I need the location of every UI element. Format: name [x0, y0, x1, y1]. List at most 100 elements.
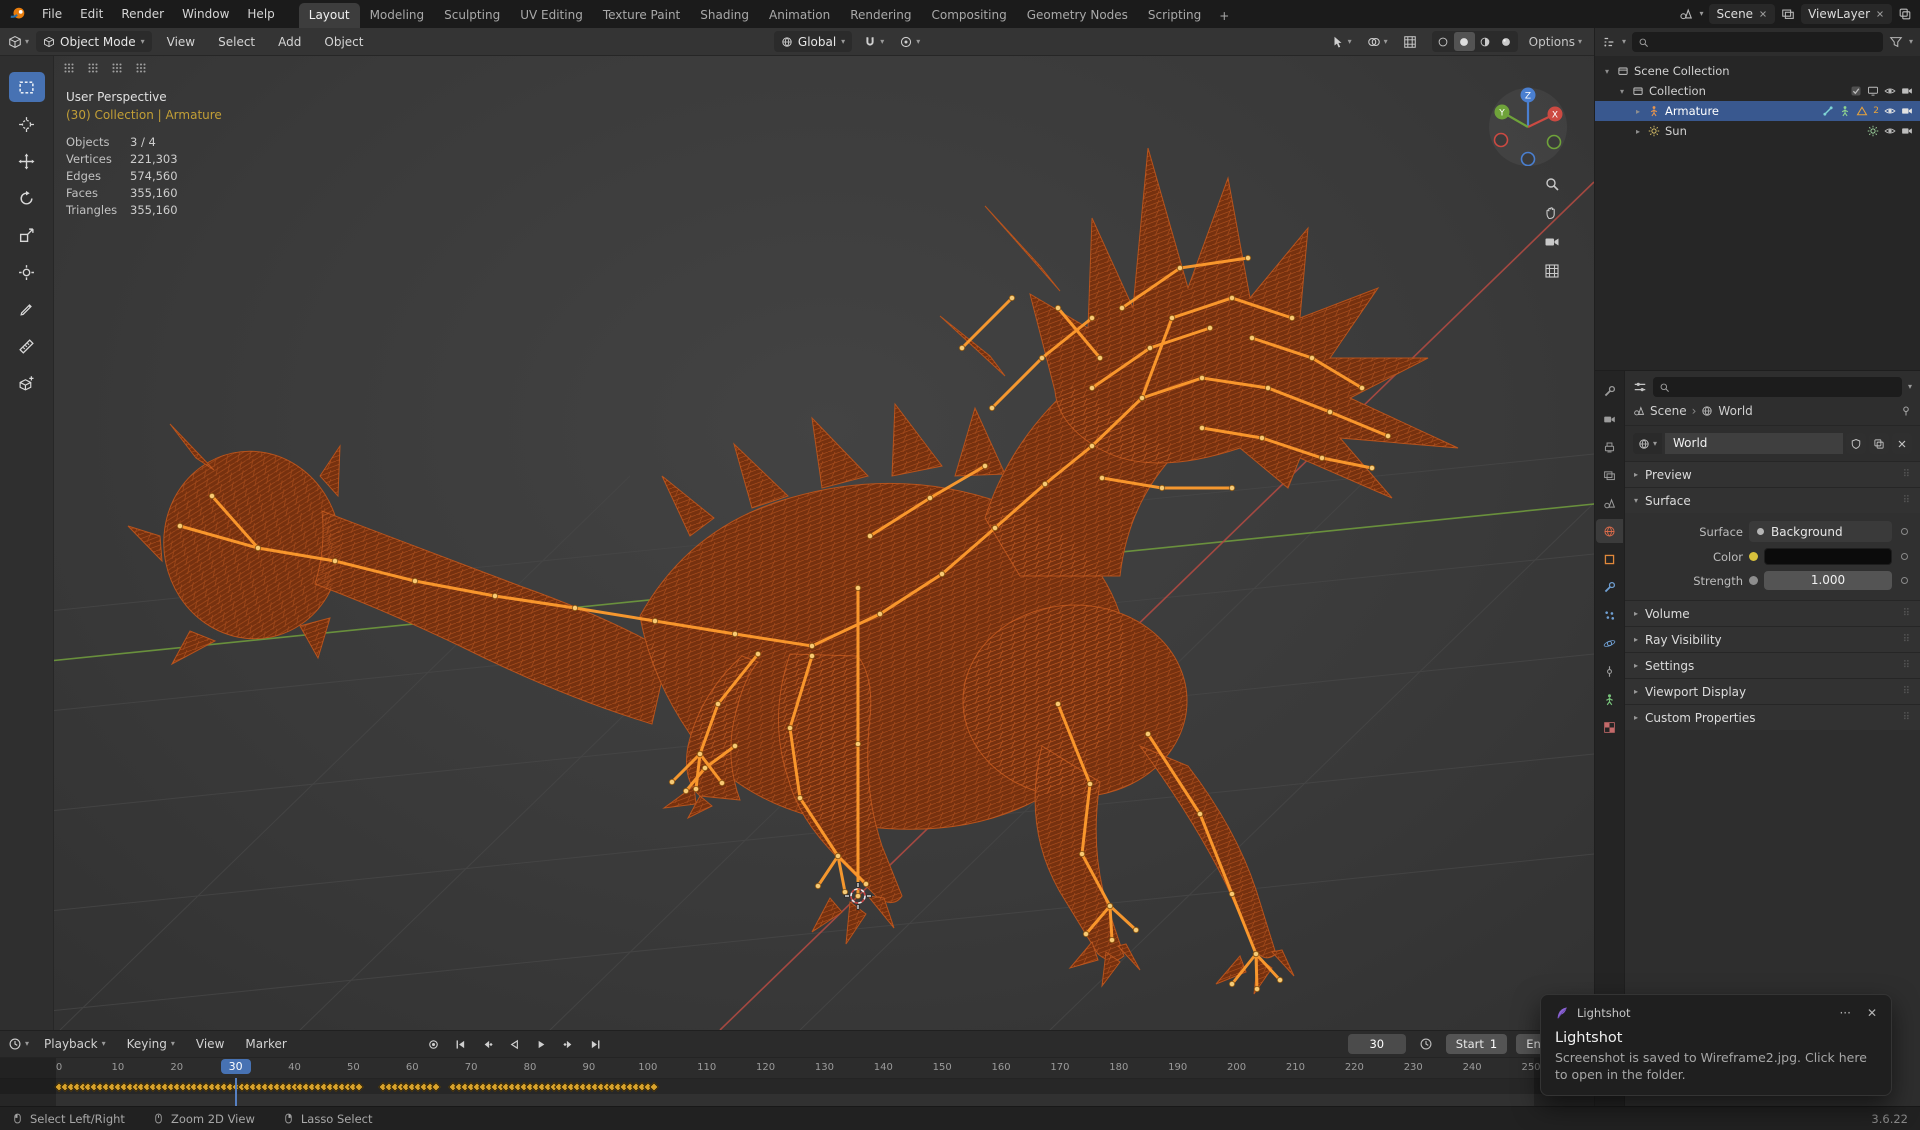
playhead[interactable] [234, 1078, 237, 1106]
tab-compositing[interactable]: Compositing [921, 3, 1016, 28]
tab-physics[interactable] [1596, 631, 1623, 655]
tool-annotate[interactable] [9, 294, 45, 324]
tab-layout[interactable]: Layout [298, 3, 360, 28]
toast-message[interactable]: Screenshot is saved to Wireframe2.jpg. C… [1555, 1050, 1877, 1084]
menu-add[interactable]: Add [270, 31, 309, 53]
shading-rendered-button[interactable] [1496, 32, 1517, 51]
scene-browse-icon[interactable] [1679, 7, 1693, 21]
outliner-row-armature[interactable]: ▸ Armature 2 [1595, 101, 1920, 121]
gizmo-y-label[interactable]: Y [1498, 109, 1505, 119]
menu-object[interactable]: Object [316, 31, 371, 53]
menu-window[interactable]: Window [174, 3, 237, 25]
navigation-gizmo[interactable]: Z X Y [1486, 82, 1570, 167]
tab-geometry-nodes[interactable]: Geometry Nodes [1017, 3, 1138, 28]
grid-widget-icon[interactable] [86, 61, 100, 75]
transform-orientation-selector[interactable]: Global ▾ [773, 31, 853, 52]
snap-toggle[interactable]: ▾ [859, 33, 888, 51]
eye-icon[interactable] [1884, 125, 1896, 137]
tab-constraints[interactable] [1596, 659, 1623, 683]
menu-edit[interactable]: Edit [72, 3, 111, 25]
gizmo-z-label[interactable]: Z [1525, 92, 1531, 102]
surface-type-button[interactable]: Background [1749, 521, 1892, 542]
panel-volume[interactable]: ▸ Volume ⠿ [1625, 600, 1920, 626]
tab-shading[interactable]: Shading [690, 3, 759, 28]
tool-transform[interactable] [9, 257, 45, 287]
close-icon[interactable] [1875, 9, 1885, 19]
view-layer-browse-icon[interactable] [1781, 7, 1795, 21]
tab-output[interactable] [1596, 435, 1623, 459]
sun-data-icon[interactable] [1867, 125, 1879, 137]
tab-animation[interactable]: Animation [759, 3, 840, 28]
blender-logo-icon[interactable] [8, 4, 28, 24]
tool-select-box[interactable] [8, 72, 45, 102]
toast-menu-button[interactable]: ··· [1839, 1006, 1850, 1020]
panel-viewport-display[interactable]: ▸ Viewport Display ⠿ [1625, 678, 1920, 704]
world-browse-button[interactable]: ▾ [1633, 433, 1663, 454]
menu-help[interactable]: Help [239, 3, 282, 25]
toast-close-button[interactable]: ✕ [1867, 1006, 1877, 1020]
playhead-chip[interactable]: 30 [220, 1059, 251, 1074]
pan-hand-icon[interactable] [1544, 205, 1560, 221]
outliner-row-sun[interactable]: ▸ Sun [1595, 121, 1920, 141]
mode-selector[interactable]: Object Mode ▾ [36, 31, 152, 52]
tab-object-data[interactable] [1596, 687, 1623, 711]
tab-sculpting[interactable]: Sculpting [434, 3, 510, 28]
panel-preview[interactable]: ▸ Preview ⠿ [1625, 461, 1920, 487]
keyframe-track[interactable] [0, 1079, 1594, 1106]
grid-widget-icon[interactable] [134, 61, 148, 75]
shading-wireframe-button[interactable] [1433, 32, 1454, 51]
tab-render[interactable] [1596, 407, 1623, 431]
tab-modifiers[interactable] [1596, 575, 1623, 599]
eye-icon[interactable] [1884, 105, 1896, 117]
menu-view[interactable]: View [190, 1034, 230, 1054]
view-layer-selector[interactable]: ViewLayer [1801, 4, 1892, 24]
play-reverse-button[interactable] [503, 1035, 526, 1054]
tab-texture-paint[interactable]: Texture Paint [593, 3, 690, 28]
menu-playback[interactable]: Playback ▾ [38, 1034, 112, 1054]
outliner-row-collection[interactable]: ▾ Collection [1595, 81, 1920, 101]
tool-rotate[interactable] [9, 183, 45, 213]
decorator-icon[interactable] [1901, 528, 1908, 535]
tab-particles[interactable] [1596, 603, 1623, 627]
chevron-down-icon[interactable]: ▾ [1622, 38, 1626, 46]
xray-toggle[interactable] [1399, 33, 1421, 51]
panel-ray-visibility[interactable]: ▸ Ray Visibility ⠿ [1625, 626, 1920, 652]
jump-to-end-button[interactable] [584, 1035, 607, 1054]
show-gizmo-toggle[interactable]: ▾ [1327, 33, 1356, 51]
options-button[interactable]: Options ▾ [1525, 33, 1586, 51]
unlink-button[interactable] [1892, 433, 1912, 454]
timeline-body[interactable]: 0 10 20 30 40 50 60 70 80 90 100 110 120 130 140 150 160… [0, 1057, 1594, 1106]
gizmo-x-label[interactable]: X [1552, 111, 1558, 121]
show-overlays-toggle[interactable]: ▾ [1363, 33, 1392, 51]
keyframe-diamond[interactable] [354, 1082, 365, 1092]
close-icon[interactable] [1758, 9, 1768, 19]
menu-view[interactable]: View [159, 31, 203, 53]
chevron-down-icon[interactable]: ▾ [1699, 10, 1703, 18]
camera-icon[interactable] [1901, 125, 1913, 137]
tab-object[interactable] [1596, 547, 1623, 571]
play-button[interactable] [530, 1035, 553, 1054]
copy-datablock-button[interactable] [1869, 433, 1889, 454]
ortho-toggle-icon[interactable] [1544, 263, 1560, 279]
chevron-down-icon[interactable]: ▾ [1909, 38, 1913, 46]
tab-tool[interactable] [1596, 379, 1623, 403]
viewport-3d[interactable]: User Perspective (30) Collection | Armat… [0, 56, 1594, 1030]
tab-world[interactable] [1596, 519, 1623, 543]
tab-scripting[interactable]: Scripting [1138, 3, 1211, 28]
camera-icon[interactable] [1901, 85, 1913, 97]
next-keyframe-button[interactable] [557, 1035, 580, 1054]
shading-solid-button[interactable] [1453, 32, 1475, 51]
tab-uv-editing[interactable]: UV Editing [510, 3, 593, 28]
filter-icon[interactable] [1889, 35, 1903, 49]
bone-icon[interactable] [1822, 105, 1834, 117]
new-view-layer-icon[interactable] [1898, 7, 1912, 21]
properties-editor-icon[interactable] [1633, 380, 1647, 394]
scene-selector[interactable]: Scene [1709, 4, 1776, 24]
tab-modeling[interactable]: Modeling [360, 3, 435, 28]
previous-keyframe-button[interactable] [476, 1035, 499, 1054]
world-color-swatch[interactable] [1764, 548, 1892, 565]
tool-move[interactable] [9, 146, 45, 176]
menu-keying[interactable]: Keying ▾ [121, 1034, 181, 1054]
clock-icon[interactable] [1419, 1037, 1433, 1051]
outliner-search-input[interactable] [1632, 32, 1883, 52]
